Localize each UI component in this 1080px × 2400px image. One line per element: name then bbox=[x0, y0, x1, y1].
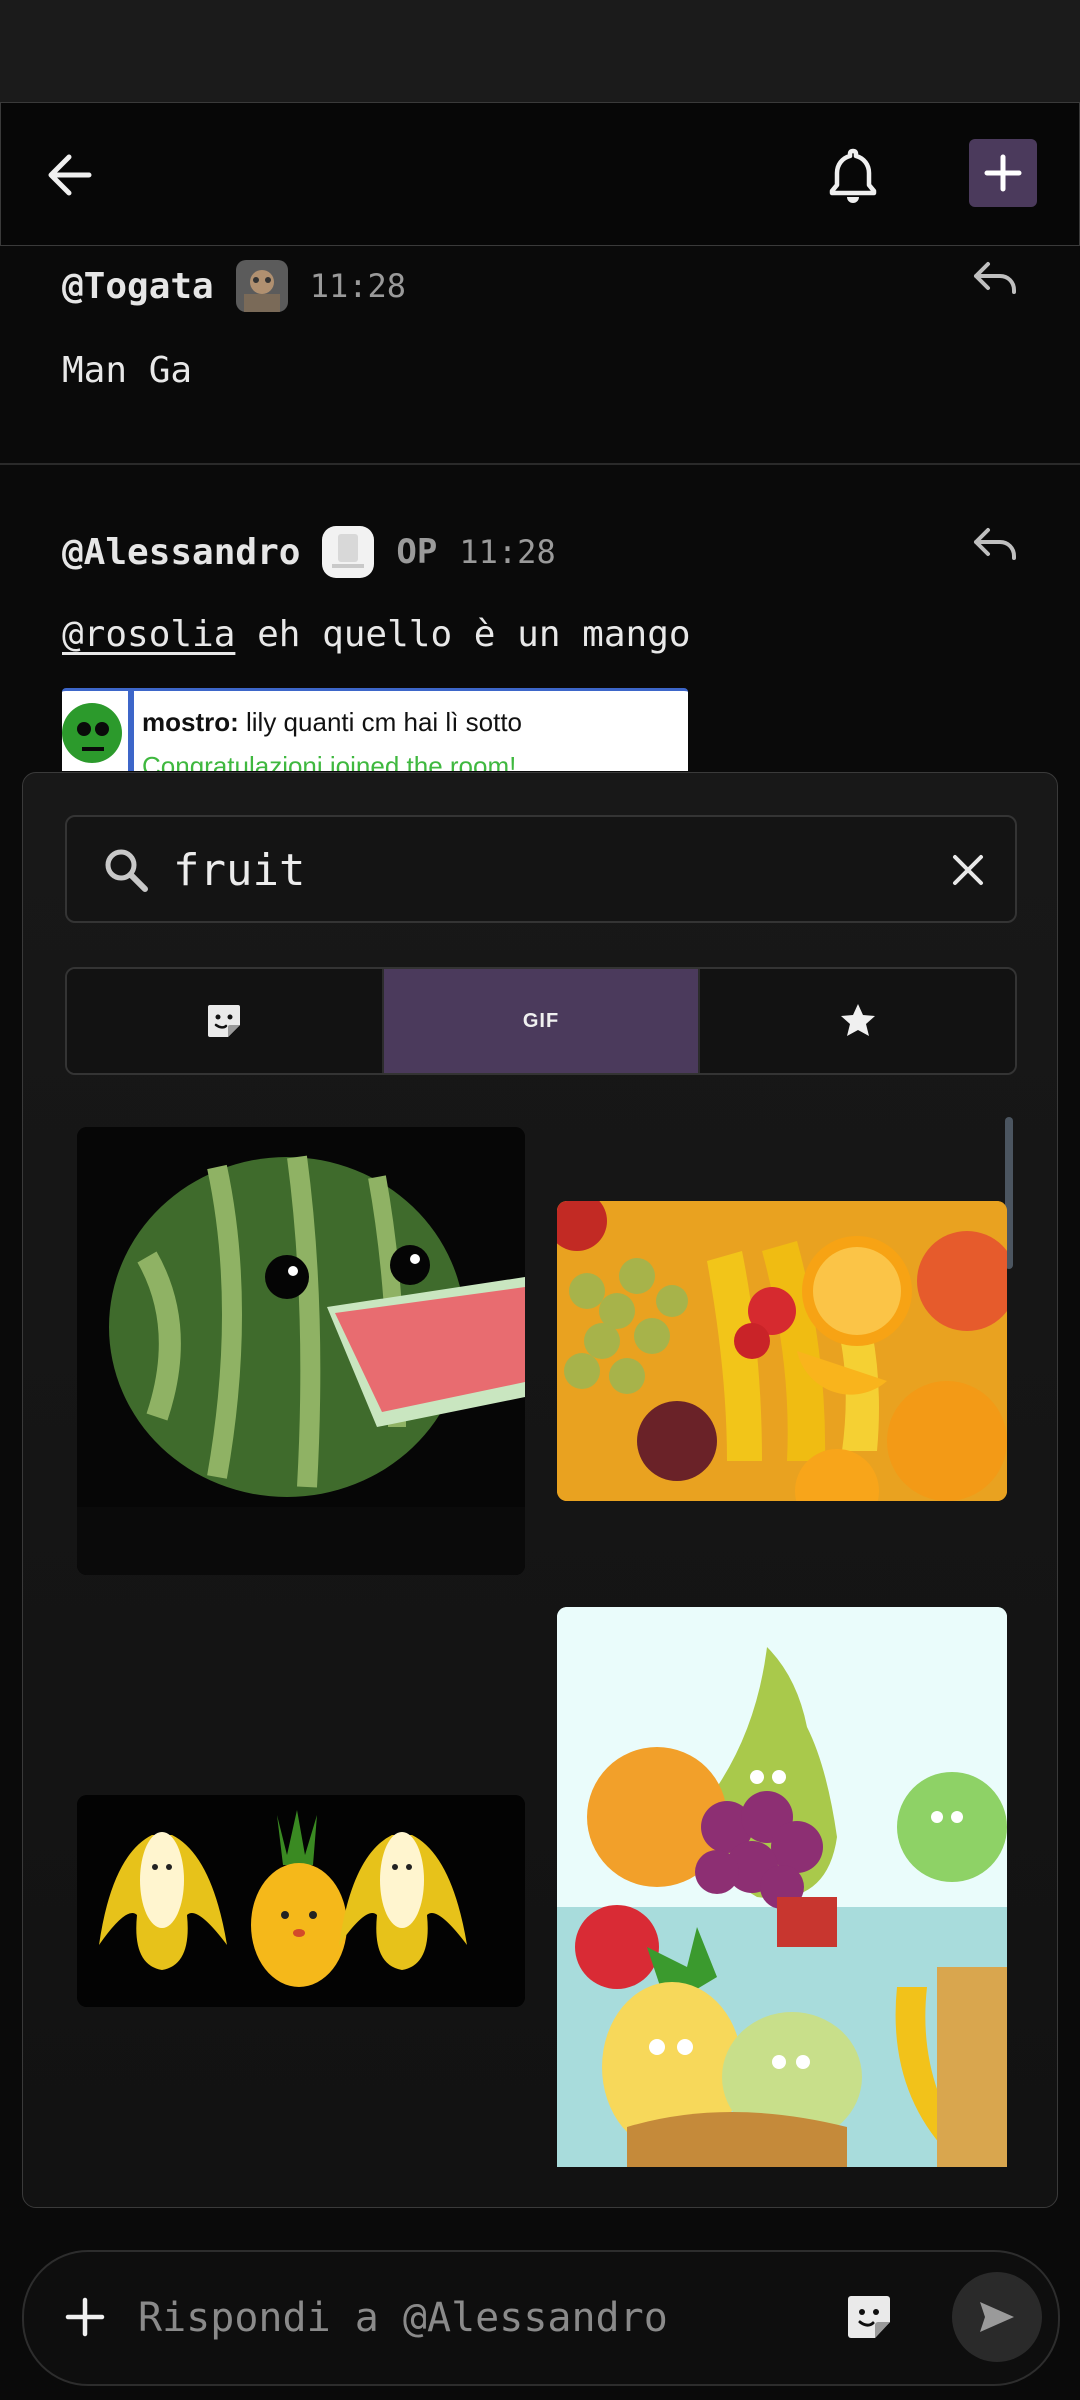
gif-picker-panel: GIF bbox=[22, 772, 1058, 2208]
cartoon-fruits-image bbox=[557, 1607, 1007, 2167]
picker-tabs: GIF bbox=[65, 967, 1017, 1075]
plus-icon[interactable] bbox=[62, 2294, 108, 2340]
close-icon[interactable] bbox=[949, 851, 987, 889]
gif-result-cartoon-fruits[interactable] bbox=[557, 1607, 1007, 2167]
message-body: eh quello è un mango bbox=[235, 614, 691, 655]
new-post-button[interactable] bbox=[969, 139, 1037, 207]
embed-message: lily quanti cm hai lì sotto bbox=[238, 707, 523, 737]
embedded-image[interactable]: mostro: lily quanti cm hai lì sotto Cong… bbox=[62, 688, 688, 771]
avatar[interactable] bbox=[235, 260, 288, 312]
message-text: @rosolia eh quello è un mango bbox=[62, 614, 691, 655]
send-button[interactable] bbox=[952, 2272, 1042, 2362]
reply-composer bbox=[22, 2250, 1060, 2386]
fruit-pile-image bbox=[557, 1201, 1007, 1501]
alien-avatar-icon bbox=[62, 691, 134, 771]
banana-pineapple-image bbox=[77, 1795, 525, 2007]
op-badge: OP bbox=[396, 532, 438, 572]
embed-system-line: Congratulazioni joined the room! bbox=[142, 751, 517, 771]
avatar[interactable] bbox=[322, 526, 375, 578]
gif-tab-label: GIF bbox=[522, 1009, 560, 1032]
search-box bbox=[65, 815, 1017, 923]
tab-stickers[interactable] bbox=[67, 969, 382, 1073]
tab-favorites[interactable] bbox=[698, 969, 1015, 1073]
search-icon bbox=[105, 849, 148, 892]
star-icon bbox=[840, 1004, 875, 1036]
gif-result-banana-pineapple[interactable] bbox=[77, 1795, 525, 2007]
back-arrow-icon[interactable] bbox=[41, 147, 101, 203]
top-bar bbox=[0, 102, 1080, 246]
embed-username: mostro: bbox=[142, 707, 239, 737]
bell-icon[interactable] bbox=[821, 143, 885, 207]
watermelon-image bbox=[77, 1127, 525, 1575]
divider bbox=[0, 463, 1080, 465]
plus-icon bbox=[984, 154, 1022, 192]
message-time: 11:28 bbox=[459, 533, 556, 571]
message-author[interactable]: @Alessandro bbox=[62, 532, 300, 573]
message-header: @Togata 11:28 bbox=[62, 260, 406, 312]
user-mention[interactable]: @rosolia bbox=[62, 614, 235, 655]
message-time: 11:28 bbox=[309, 267, 407, 305]
send-icon bbox=[980, 2302, 1014, 2332]
tab-gif[interactable]: GIF bbox=[381, 969, 699, 1073]
reply-input[interactable] bbox=[136, 2282, 800, 2354]
reply-icon[interactable] bbox=[970, 258, 1020, 298]
embed-line: mostro: lily quanti cm hai lì sotto bbox=[142, 707, 522, 738]
search-input[interactable] bbox=[171, 839, 935, 901]
reply-icon[interactable] bbox=[970, 524, 1020, 564]
gif-result-fruit-pile[interactable] bbox=[557, 1201, 1007, 1501]
message-header: @Alessandro OP 11:28 bbox=[62, 526, 556, 578]
message-author[interactable]: @Togata bbox=[62, 266, 214, 307]
sticker-icon bbox=[208, 1005, 241, 1037]
gif-result-watermelon[interactable] bbox=[77, 1127, 525, 1575]
message-text: Man Ga bbox=[62, 350, 193, 391]
sticker-icon[interactable] bbox=[844, 2292, 894, 2342]
status-bar bbox=[0, 0, 1080, 102]
